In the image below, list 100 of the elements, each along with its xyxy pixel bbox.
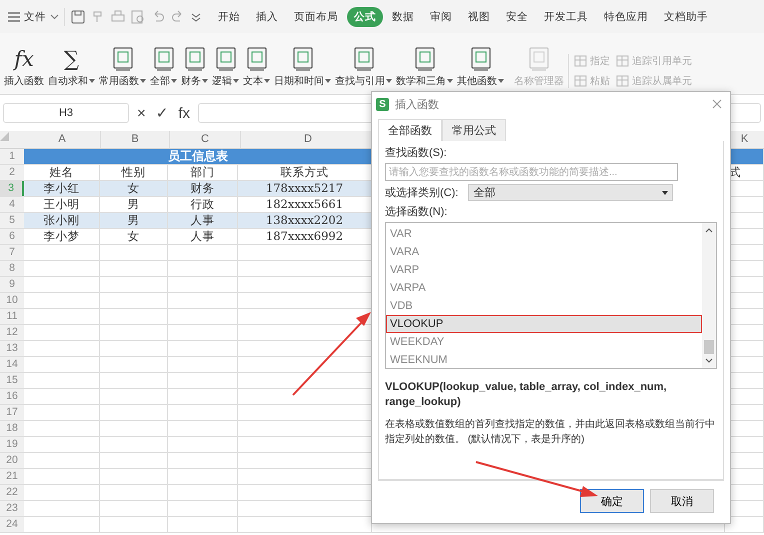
ribbon-button[interactable]: 常用函数 (97, 47, 148, 88)
ribbon-button[interactable]: 全部 (148, 47, 179, 88)
menu-tab[interactable]: 安全 (499, 6, 535, 26)
document-icon (152, 47, 174, 71)
menu-tab[interactable]: 特色应用 (597, 6, 655, 26)
ribbon-button[interactable]: 财务 (179, 47, 210, 88)
table-cell: 姓名 (50, 165, 74, 179)
document-icon (470, 47, 492, 71)
row-number[interactable]: 2 (0, 165, 24, 180)
app-logo: S (376, 98, 389, 110)
menu-tab[interactable]: 插入 (249, 6, 285, 26)
function-item[interactable]: VAR (386, 225, 702, 243)
menu-tab[interactable]: 审阅 (423, 6, 459, 26)
close-icon[interactable] (712, 99, 722, 109)
table-cell: 187xxxx6992 (266, 229, 344, 243)
ribbon-button[interactable]: 查找与引用 (333, 47, 394, 88)
row-number[interactable]: 18 (0, 421, 24, 436)
function-item[interactable]: WEEKNUM (386, 351, 702, 369)
row-number[interactable]: 11 (0, 309, 24, 324)
function-item[interactable]: WEEKDAY (386, 333, 702, 351)
row-number[interactable]: 4 (0, 197, 24, 212)
table-cell: 男 (128, 197, 140, 211)
dialog-tab[interactable]: 常用公式 (442, 119, 506, 141)
row-number[interactable]: 22 (0, 485, 24, 500)
function-item[interactable]: VDB (386, 297, 702, 315)
menu-tab[interactable]: 开始 (211, 6, 247, 26)
category-dropdown[interactable]: 全部 (468, 184, 674, 201)
table-cell: 女 (128, 181, 140, 195)
ribbon-button[interactable]: 逻辑 (210, 47, 241, 88)
ribbon-button[interactable]: 其他函数 (455, 47, 506, 88)
preview-icon[interactable] (131, 10, 145, 24)
row-number[interactable]: 20 (0, 453, 24, 468)
column-header[interactable]: A (24, 131, 101, 148)
function-item[interactable]: VARP (386, 261, 702, 279)
save-icon[interactable] (71, 10, 85, 24)
formula-button[interactable]: fx (176, 104, 192, 122)
chevron-up-icon[interactable] (705, 227, 713, 233)
ok-button[interactable]: 确定 (580, 489, 644, 513)
search-field[interactable]: 请输入您要查找的函数名称或函数功能的简要描述... (385, 163, 678, 181)
row-number[interactable]: 14 (0, 357, 24, 372)
row-number[interactable]: 10 (0, 293, 24, 308)
function-item[interactable]: VARPA (386, 279, 702, 297)
scrollbar[interactable] (702, 223, 716, 368)
document-icon (352, 47, 374, 71)
table-cell: 行政 (190, 197, 214, 211)
row-number[interactable]: 23 (0, 501, 24, 516)
scrollbar-thumb[interactable] (704, 340, 714, 354)
chevron-down-icon[interactable] (191, 12, 201, 22)
row-number[interactable]: 5 (0, 213, 24, 228)
row-number[interactable]: 9 (0, 277, 24, 292)
menu-tab[interactable]: 开发工具 (537, 6, 595, 26)
row-number[interactable]: 1 (0, 149, 24, 164)
ribbon-button[interactable]: 文本 (241, 47, 272, 88)
formula-button[interactable]: × (135, 104, 148, 122)
function-signature: VLOOKUP(lookup_value, table_array, col_index_num, range_lookup) (385, 380, 668, 410)
table-cell: 张小刚 (44, 213, 80, 227)
cancel-button[interactable]: 取消 (650, 489, 714, 513)
document-icon (528, 47, 550, 71)
ribbon-button[interactable]: 日期和时间 (272, 47, 333, 88)
column-header[interactable]: C (170, 131, 241, 148)
grid-icon (574, 55, 587, 67)
menu-tab[interactable]: 文档助手 (657, 6, 715, 26)
row-number[interactable]: 16 (0, 389, 24, 404)
row-number[interactable]: 17 (0, 405, 24, 420)
ribbon-button[interactable]: 数学和三角 (394, 47, 455, 88)
function-item[interactable]: VLOOKUP (386, 315, 702, 333)
row-number[interactable]: 19 (0, 437, 24, 452)
menu-tab[interactable]: 公式 (347, 6, 383, 26)
grid-icon (616, 75, 629, 87)
field-label: 或选择类别(C): (385, 186, 458, 200)
column-header[interactable]: B (101, 131, 170, 148)
select-all-icon[interactable] (0, 132, 9, 141)
menu-tab[interactable]: 视图 (461, 6, 497, 26)
table-cell: 人事 (190, 229, 214, 243)
ribbon-button[interactable]: ∑ 自动求和 (46, 47, 97, 88)
row-number[interactable]: 7 (0, 245, 24, 260)
file-menu[interactable]: 文件 (6, 8, 65, 26)
document-icon (214, 47, 236, 71)
function-item[interactable]: VARA (386, 243, 702, 261)
table-cell: 性别 (122, 165, 146, 179)
caret-icon (50, 14, 59, 20)
row-number[interactable]: 15 (0, 373, 24, 388)
formula-button[interactable]: ✓ (154, 104, 170, 122)
name-box[interactable]: H3 (3, 103, 129, 123)
row-number[interactable]: 21 (0, 469, 24, 484)
document-icon (184, 47, 206, 71)
row-number[interactable]: 24 (0, 517, 24, 532)
menu-tab[interactable]: 数据 (385, 6, 421, 26)
dialog-tab[interactable]: 全部函数 (378, 119, 442, 141)
menu-icon (8, 12, 20, 22)
row-number[interactable]: 8 (0, 261, 24, 276)
print-icon[interactable] (111, 10, 125, 24)
function-icon: ∑ (64, 47, 79, 71)
function-icon: fx (14, 47, 34, 71)
row-number[interactable]: 13 (0, 341, 24, 356)
row-number[interactable]: 12 (0, 325, 24, 340)
menu-tab[interactable]: 页面布局 (287, 6, 345, 26)
chevron-down-icon[interactable] (705, 358, 713, 364)
row-number[interactable]: 6 (0, 229, 24, 244)
ribbon-button[interactable]: fx 插入函数 (2, 47, 46, 88)
